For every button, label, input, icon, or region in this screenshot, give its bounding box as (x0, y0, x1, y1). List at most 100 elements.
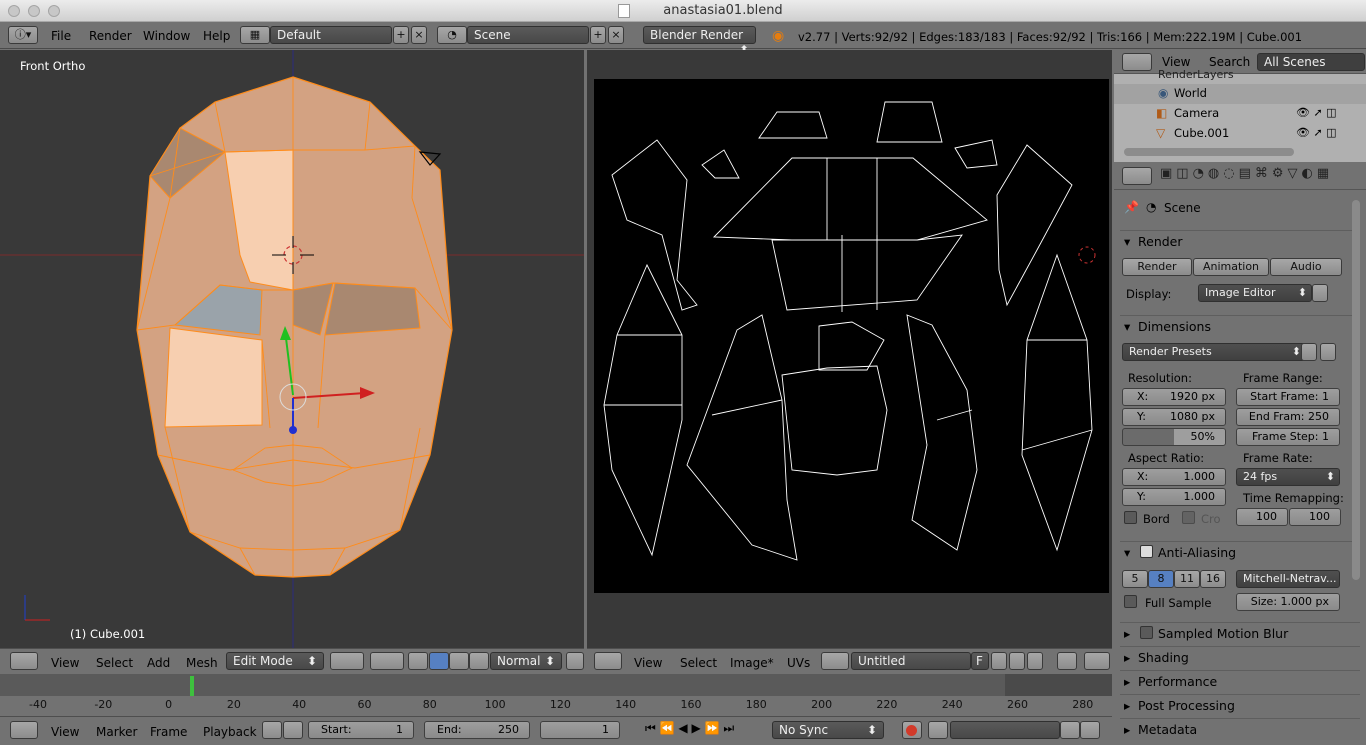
layout-icon[interactable]: ▦ (240, 26, 270, 44)
start-frame-prop-field[interactable]: Start Frame: 1 (1236, 388, 1340, 406)
minimize-window-button[interactable] (28, 5, 40, 17)
scale-manipulator-button[interactable] (469, 652, 489, 670)
frame-step-field[interactable]: Frame Step: 1 (1236, 428, 1340, 446)
prev-keyframe-icon[interactable]: ⏪ (660, 721, 675, 735)
cube-visibility-icon[interactable]: 👁 ➚ ◫ (1296, 126, 1337, 139)
layout-field[interactable]: Default (270, 26, 392, 44)
menu-help[interactable]: Help (203, 29, 230, 43)
image-name-field[interactable]: Untitled (851, 652, 971, 670)
editor-type-uv-button[interactable] (594, 652, 622, 670)
menu-view-uv[interactable]: View (634, 656, 662, 670)
resolution-percent-slider[interactable]: 50% (1122, 428, 1226, 446)
render-audio-button[interactable]: Audio (1270, 258, 1342, 276)
editor-type-properties-button[interactable] (1122, 167, 1152, 185)
render-animation-button[interactable]: Animation (1193, 258, 1269, 276)
outliner-item-cube[interactable]: Cube.001 (1174, 126, 1229, 140)
add-layout-button[interactable]: + (393, 26, 409, 44)
outliner-item-renderlayers[interactable]: RenderLayers (1158, 68, 1234, 81)
unlink-image-button[interactable] (1027, 652, 1043, 670)
menu-playback[interactable]: Playback (203, 725, 257, 739)
end-frame-field[interactable]: End: 250 (424, 721, 530, 739)
menu-add[interactable]: Add (147, 656, 170, 670)
full-sample-checkbox[interactable] (1124, 595, 1137, 608)
end-frame-prop-field[interactable]: End Fram: 250 (1236, 408, 1340, 426)
metadata-panel[interactable]: ▸ Metadata (1120, 718, 1360, 740)
menu-render[interactable]: Render (89, 29, 132, 43)
render-panel-header[interactable]: ▾ Render (1120, 230, 1360, 252)
sampled-motion-blur-panel[interactable]: ▸ Sampled Motion Blur (1120, 622, 1360, 644)
mesh-canvas[interactable] (0, 50, 584, 648)
current-frame-field[interactable]: 1 (540, 721, 620, 739)
outliner-row-world[interactable] (1114, 84, 1366, 104)
shading-panel[interactable]: ▸ Shading (1120, 646, 1360, 668)
pivot-select[interactable] (370, 652, 404, 670)
preview-range-button[interactable] (262, 721, 282, 739)
border-checkbox[interactable] (1124, 511, 1137, 524)
editor-type-outliner-button[interactable] (1122, 53, 1152, 71)
crop-checkbox[interactable] (1182, 511, 1195, 524)
close-window-button[interactable] (8, 5, 20, 17)
aa-checkbox[interactable] (1140, 545, 1153, 558)
rotate-manipulator-button[interactable] (449, 652, 469, 670)
current-frame-marker[interactable] (190, 676, 194, 696)
play-reverse-icon[interactable]: ◀ (678, 721, 687, 735)
context-tabs[interactable]: ▣◫◔◍◌▤⌘⚙▽◐▦ (1160, 166, 1360, 186)
timeline-ruler[interactable]: -40 -20 0 20 40 60 80 100 120 140 160 180 200 220 240 2… (0, 674, 1112, 716)
shading-select[interactable] (330, 652, 364, 670)
mode-select[interactable]: Edit Mode ⬍ (226, 652, 324, 670)
outliner-scrollbar[interactable] (1124, 148, 1294, 156)
add-scene-button[interactable]: + (590, 26, 606, 44)
filter-size-field[interactable]: Size: 1.000 px (1236, 593, 1340, 611)
layer-button[interactable] (566, 652, 584, 670)
menu-marker[interactable]: Marker (96, 725, 137, 739)
jump-start-icon[interactable]: ⏮ (645, 721, 656, 735)
start-frame-field[interactable]: Start: 1 (308, 721, 414, 739)
remove-preset-button[interactable] (1320, 343, 1336, 361)
aa-samples-11[interactable]: 11 (1174, 570, 1200, 588)
menu-file[interactable]: File (51, 29, 71, 43)
resolution-y-field[interactable]: Y: 1080 px (1122, 408, 1226, 426)
play-icon[interactable]: ▶ (691, 721, 700, 735)
outliner-item-camera[interactable]: Camera (1174, 106, 1219, 120)
scene-icon[interactable]: ◔ (437, 26, 467, 44)
dimensions-panel-header[interactable]: ▾ Dimensions (1120, 315, 1360, 337)
timeline-area[interactable] (0, 674, 1112, 696)
next-keyframe-icon[interactable]: ⏩ (705, 721, 720, 735)
sync-select[interactable]: No Sync ⬍ (772, 721, 884, 739)
aa-filter-select[interactable]: Mitchell-Netrav... (1236, 570, 1340, 588)
orientation-select[interactable]: Normal ⬍ (490, 652, 562, 670)
pin-image-button[interactable] (1057, 652, 1077, 670)
menu-window[interactable]: Window (143, 29, 190, 43)
remap-old-field[interactable]: 100 (1236, 508, 1288, 526)
camera-visibility-icon[interactable]: 👁 ➚ ◫ (1296, 106, 1337, 119)
new-image-button[interactable] (991, 652, 1007, 670)
uv-editor[interactable] (587, 50, 1112, 648)
post-processing-panel[interactable]: ▸ Post Processing (1120, 694, 1360, 716)
outliner-item-world[interactable]: World (1174, 86, 1207, 100)
lock-display-button[interactable] (1312, 284, 1328, 302)
image-browse-button[interactable] (821, 652, 849, 670)
editor-type-timeline-button[interactable] (10, 721, 38, 739)
uv-canvas[interactable] (587, 50, 1112, 648)
remove-layout-button[interactable]: × (411, 26, 427, 44)
add-preset-button[interactable] (1301, 343, 1317, 361)
aspect-y-field[interactable]: Y: 1.000 (1122, 488, 1226, 506)
display-select[interactable]: Image Editor ⬍ (1198, 284, 1312, 302)
menu-search[interactable]: Search (1209, 55, 1250, 69)
aa-samples-16[interactable]: 16 (1200, 570, 1226, 588)
fake-user-button[interactable]: F (971, 652, 989, 670)
insert-keyframe-button[interactable] (1060, 721, 1080, 739)
aspect-x-field[interactable]: X: 1.000 (1122, 468, 1226, 486)
properties-scrollbar[interactable] (1352, 200, 1360, 580)
open-image-button[interactable] (1009, 652, 1025, 670)
performance-panel[interactable]: ▸ Performance (1120, 670, 1360, 692)
uv-view-mode-button[interactable] (1084, 652, 1110, 670)
render-engine-select[interactable]: Blender Render⬍ (643, 26, 756, 57)
frame-rate-select[interactable]: 24 fps ⬍ (1236, 468, 1340, 486)
menu-frame[interactable]: Frame (150, 725, 187, 739)
keying-set-field[interactable] (950, 721, 1060, 739)
keying-set-button[interactable] (928, 721, 948, 739)
pin-icon[interactable]: 📌 (1124, 200, 1139, 214)
menu-select-3d[interactable]: Select (96, 656, 133, 670)
resolution-x-field[interactable]: X: 1920 px (1122, 388, 1226, 406)
